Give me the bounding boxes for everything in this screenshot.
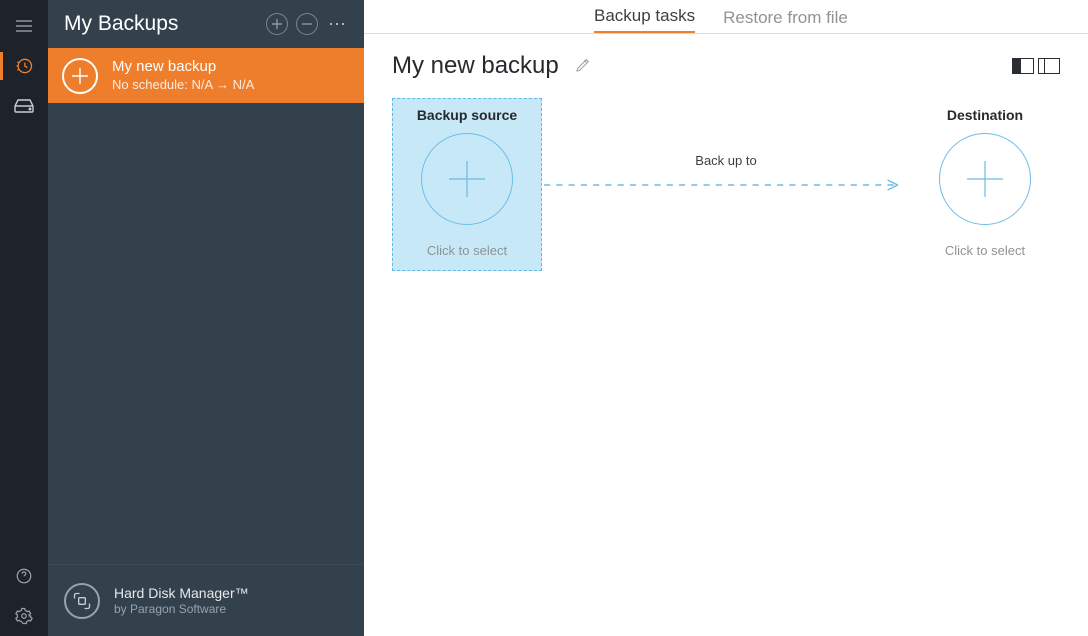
plus-icon [939,133,1031,225]
remove-backup-button[interactable] [296,13,318,35]
backup-list-item[interactable]: My new backup No schedule: N/A → N/A [48,48,364,103]
destination-title: Destination [916,107,1054,123]
content-header: My new backup [392,52,1060,80]
product-icon [64,583,100,619]
backup-history-icon[interactable] [0,46,48,86]
plus-icon [62,58,98,94]
help-icon[interactable] [0,556,48,596]
backup-flow: Backup source Click to select Back up to… [392,98,1060,271]
add-backup-button[interactable] [266,13,288,35]
settings-icon[interactable] [0,596,48,636]
view-mode-list[interactable] [1038,58,1060,74]
menu-icon[interactable] [0,6,48,46]
view-toggle [1012,58,1060,74]
more-options-icon[interactable]: ⋯ [326,14,350,35]
backup-source-card[interactable]: Backup source Click to select [392,98,542,271]
destination-hint: Click to select [916,243,1054,258]
edit-name-icon[interactable] [575,57,591,76]
sidebar: My Backups ⋯ My new backup No schedule: … [48,0,364,636]
view-mode-cards[interactable] [1012,58,1034,74]
icon-rail [0,0,48,636]
source-hint: Click to select [399,243,535,258]
sidebar-title: My Backups [64,12,266,36]
main-panel: Backup tasks Restore from file My new ba… [364,0,1088,636]
tab-backup-tasks[interactable]: Backup tasks [594,6,695,33]
disk-icon[interactable] [0,86,48,126]
product-vendor: by Paragon Software [114,602,249,618]
tabs: Backup tasks Restore from file [364,0,1088,34]
product-title: Hard Disk Manager™ [114,584,249,602]
page-title: My new backup [392,52,559,80]
source-title: Backup source [399,107,535,123]
arrow-label: Back up to [695,153,756,168]
flow-arrow: Back up to [542,125,910,245]
plus-icon [421,133,513,225]
sidebar-footer[interactable]: Hard Disk Manager™ by Paragon Software [48,564,364,636]
backup-item-subtitle: No schedule: N/A → N/A [112,77,254,93]
backup-item-title: My new backup [112,58,254,77]
destination-card[interactable]: Destination Click to select [910,99,1060,270]
tab-restore-from-file[interactable]: Restore from file [723,8,848,33]
sidebar-header: My Backups ⋯ [48,0,364,48]
